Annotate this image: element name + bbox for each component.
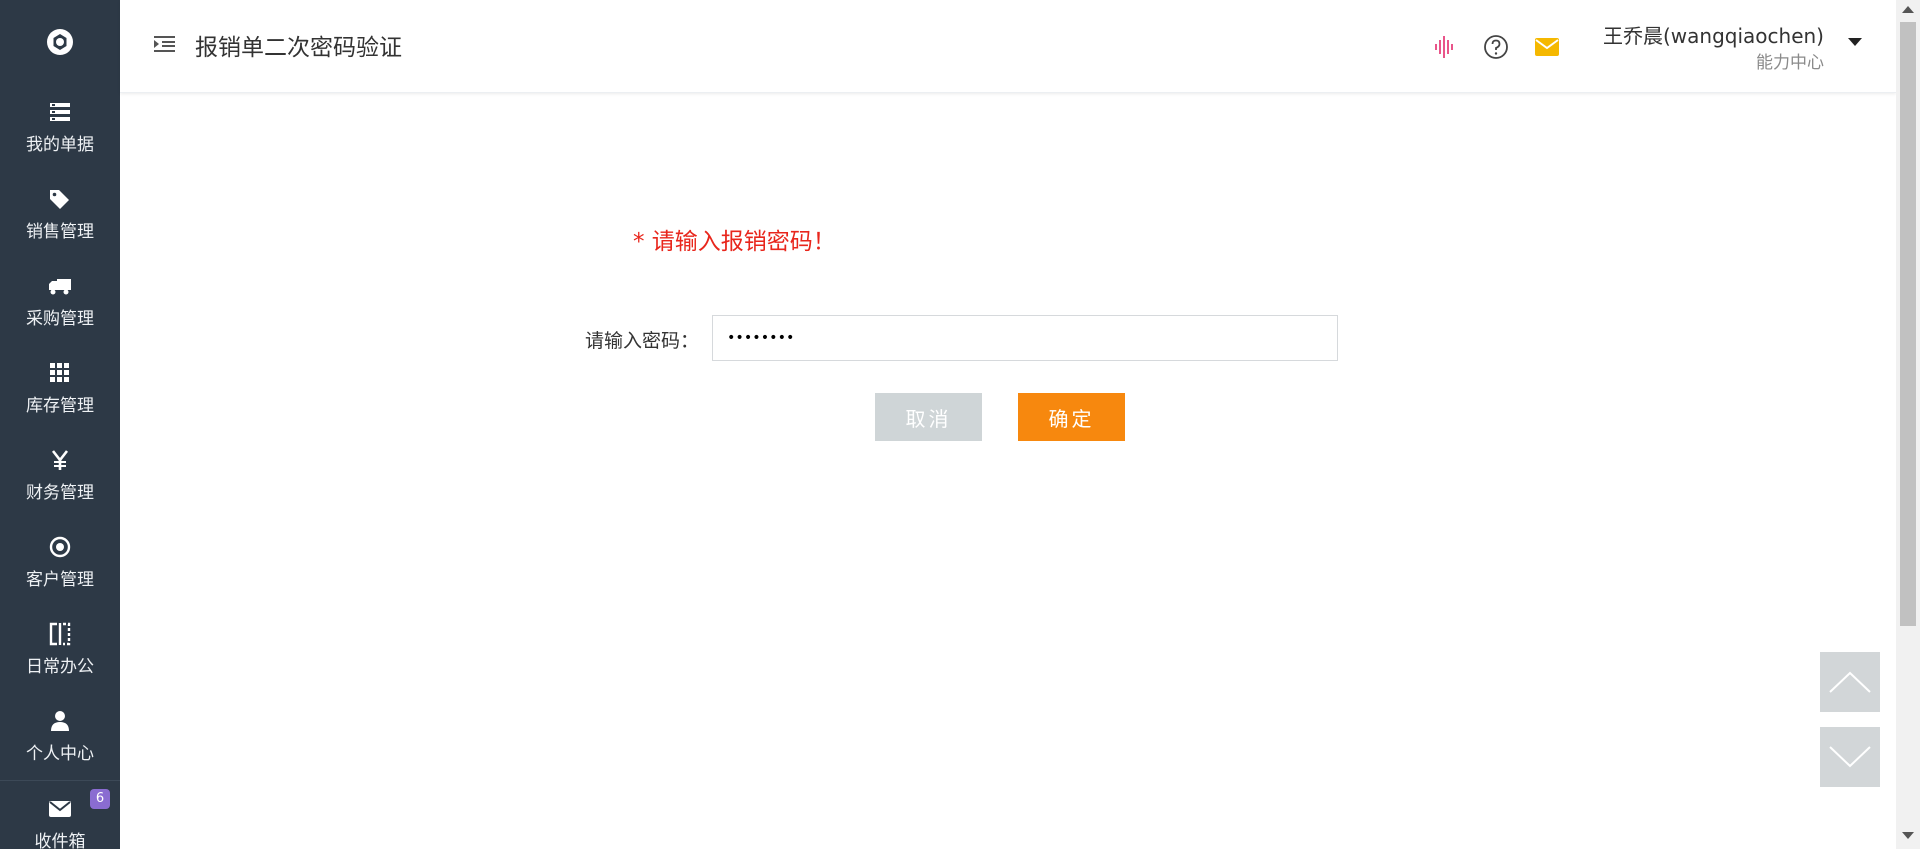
scrollbar-thumb[interactable] xyxy=(1900,22,1916,626)
page-title: 报销单二次密码验证 xyxy=(195,35,402,61)
password-notice: * 请输入报销密码！ xyxy=(633,229,836,255)
mail-icon xyxy=(48,797,72,821)
scrollbar-up-arrow-icon[interactable] xyxy=(1902,6,1914,13)
sidebar-item-finance[interactable]: 财务管理 xyxy=(0,432,120,519)
top-header: 报销单二次密码验证 王乔晨(wangqiaochen) 能力中心 xyxy=(120,0,1896,93)
sidebar-item-label: 收件箱 xyxy=(34,832,86,849)
sidebar-item-label: 个人中心 xyxy=(26,744,94,764)
grid-icon xyxy=(48,361,72,385)
inbox-count-badge: 6 xyxy=(90,789,110,809)
scrollbar-down-arrow-icon[interactable] xyxy=(1902,832,1914,839)
sidebar-item-label: 财务管理 xyxy=(26,483,94,503)
password-label: 请输入密码： xyxy=(585,330,700,352)
sidebar-item-label: 采购管理 xyxy=(26,309,94,329)
target-icon xyxy=(48,535,72,559)
sidebar-item-customers[interactable]: 客户管理 xyxy=(0,519,120,606)
gear-logo-icon xyxy=(47,29,73,55)
menu-toggle-button[interactable] xyxy=(154,34,178,58)
scroll-to-bottom-button[interactable] xyxy=(1820,727,1880,787)
sidebar-item-inbox[interactable]: 收件箱 6 xyxy=(0,781,120,849)
sidebar-item-purchasing[interactable]: 采购管理 xyxy=(0,258,120,345)
columns-icon xyxy=(48,622,72,646)
sidebar-item-my-documents[interactable]: 我的单据 xyxy=(0,84,120,171)
yen-icon xyxy=(48,448,72,472)
voice-icon[interactable] xyxy=(1432,34,1458,60)
help-icon[interactable] xyxy=(1483,34,1509,60)
sidebar-item-label: 销售管理 xyxy=(26,222,94,242)
sidebar-item-label: 库存管理 xyxy=(26,396,94,416)
truck-icon xyxy=(48,274,72,298)
user-department: 能力中心 xyxy=(1756,53,1824,73)
sidebar-item-label: 客户管理 xyxy=(26,570,94,590)
indent-icon xyxy=(154,36,175,52)
sidebar-item-sales[interactable]: 销售管理 xyxy=(0,171,120,258)
password-input[interactable] xyxy=(712,315,1338,361)
sidebar-item-personal[interactable]: 个人中心 xyxy=(0,693,120,780)
sidebar-item-office[interactable]: 日常办公 xyxy=(0,606,120,693)
user-name[interactable]: 王乔晨(wangqiaochen) xyxy=(1603,20,1824,49)
scroll-to-top-button[interactable] xyxy=(1820,652,1880,712)
app-logo[interactable] xyxy=(0,0,120,84)
tag-icon xyxy=(48,187,72,211)
cancel-button[interactable]: 取消 xyxy=(875,393,982,441)
sidebar: 我的单据 销售管理 采购管理 库存管理 财务管理 客户管理 日常办公 个人中心 … xyxy=(0,0,120,849)
message-icon[interactable] xyxy=(1534,34,1560,60)
chevron-up-icon xyxy=(1829,671,1871,693)
user-icon xyxy=(48,709,72,733)
sidebar-item-inventory[interactable]: 库存管理 xyxy=(0,345,120,432)
confirm-button[interactable]: 确定 xyxy=(1018,393,1125,441)
list-icon xyxy=(48,100,72,124)
sidebar-item-label: 我的单据 xyxy=(26,135,94,155)
user-menu-caret-icon[interactable] xyxy=(1848,38,1862,46)
chevron-down-icon xyxy=(1829,746,1871,768)
sidebar-item-label: 日常办公 xyxy=(26,657,94,677)
